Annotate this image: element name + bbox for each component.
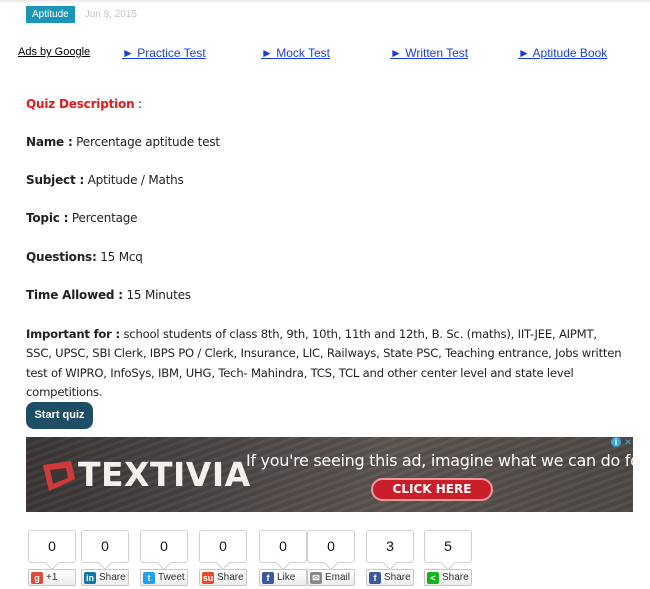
important-for-paragraph: Important for : school students of class…: [26, 325, 626, 402]
post-meta: Aptitude Jun 9, 2015: [26, 6, 137, 23]
share-count: 0: [81, 530, 129, 563]
share-button-label: Share: [442, 572, 469, 583]
time-allowed-label: Time Allowed :: [26, 288, 123, 302]
ad-link-mock-test[interactable]: ► Mock Test: [261, 46, 330, 60]
share-button[interactable]: in Share: [81, 569, 129, 586]
subject-label: Subject :: [26, 173, 85, 187]
quiz-topic-row: Topic : Percentage: [26, 209, 138, 228]
share-button[interactable]: ✉ Email: [307, 569, 355, 586]
start-quiz-button[interactable]: Start quiz: [26, 402, 93, 429]
ad-headline: If you're seeing this ad, imagine what w…: [246, 451, 633, 470]
ad-link-practice-test[interactable]: ► Practice Test: [122, 46, 206, 60]
stumbleupon-icon: su: [202, 571, 214, 584]
adchoices-info-icon[interactable]: i: [611, 437, 621, 447]
topic-value: Percentage: [68, 211, 138, 225]
share-button-label: Share: [99, 572, 126, 583]
share-count: 3: [366, 530, 414, 563]
category-tag[interactable]: Aptitude: [26, 6, 75, 23]
time-allowed-value: 15 Minutes: [122, 288, 191, 302]
post-date: Jun 9, 2015: [84, 9, 137, 20]
share-button[interactable]: g +1: [28, 569, 76, 586]
share-button-label: Share: [217, 572, 244, 583]
share-icon: <: [427, 571, 439, 584]
questions-value: 15 Mcq: [96, 250, 143, 264]
textivia-logo-icon: [43, 461, 75, 491]
ad-link-aptitude-book[interactable]: ► Aptitude Book: [518, 46, 607, 60]
quiz-questions-row: Questions: 15 Mcq: [26, 248, 143, 267]
share-button[interactable]: < Share: [424, 569, 472, 586]
ad-links-bar: Ads by Google ► Practice Test ► Mock Tes…: [0, 46, 650, 62]
share-button[interactable]: t Tweet: [140, 569, 188, 586]
share-widget: 0 ✉ Email: [307, 530, 355, 586]
share-widget: 0 t Tweet: [140, 530, 188, 586]
share-button-label: Like: [277, 572, 296, 583]
linkedin-icon: in: [84, 571, 96, 584]
facebook-share-icon: f: [369, 571, 381, 584]
share-button[interactable]: f Like: [259, 569, 307, 586]
share-count: 0: [259, 530, 307, 563]
topic-label: Topic :: [26, 211, 69, 225]
quiz-time-row: Time Allowed : 15 Minutes: [26, 286, 191, 305]
share-widget: 3 f Share: [366, 530, 414, 586]
ads-by-google-label[interactable]: Ads by Google: [18, 46, 90, 58]
share-count: 5: [424, 530, 472, 563]
important-for-label: Important for :: [26, 327, 120, 341]
quiz-description-heading: Quiz Description :: [26, 95, 142, 114]
email-icon: ✉: [310, 571, 322, 584]
quiz-name-row: Name : Percentage aptitude test: [26, 133, 220, 152]
ad-click-here-button[interactable]: CLICK HERE: [371, 478, 493, 501]
questions-label: Questions:: [26, 250, 97, 264]
share-widget: 0 su Share: [199, 530, 247, 586]
textivia-ad-banner[interactable]: TEXTIVIA If you're seeing this ad, imagi…: [26, 437, 633, 512]
twitter-icon: t: [143, 571, 155, 584]
share-widget: 0 f Like: [259, 530, 307, 586]
share-widget: 0 in Share: [81, 530, 129, 586]
ad-brand: TEXTIVIA: [78, 455, 251, 494]
share-button-label: +1: [46, 572, 58, 583]
quiz-subject-row: Subject : Aptitude / Maths: [26, 171, 184, 190]
adchoices[interactable]: i ✕: [611, 437, 633, 447]
share-button[interactable]: f Share: [366, 569, 414, 586]
subject-value: Aptitude / Maths: [84, 173, 184, 187]
adchoices-close-icon[interactable]: ✕: [623, 437, 633, 447]
share-count: 0: [28, 530, 76, 563]
share-widget: 5 < Share: [424, 530, 472, 586]
name-label: Name :: [26, 135, 73, 149]
share-button-label: Tweet: [158, 572, 185, 583]
heading-colon: :: [134, 97, 142, 111]
share-button-label: Share: [384, 572, 411, 583]
share-count: 0: [199, 530, 247, 563]
share-count: 0: [307, 530, 355, 563]
ad-link-written-test[interactable]: ► Written Test: [390, 46, 468, 60]
share-button-label: Email: [325, 572, 351, 583]
top-shadow: [0, 0, 650, 4]
name-value: Percentage aptitude test: [72, 135, 220, 149]
share-widget: 0 g +1: [28, 530, 76, 586]
google-plus-icon: g: [31, 571, 43, 584]
quiz-description-label: Quiz Description: [26, 97, 135, 111]
facebook-icon: f: [262, 571, 274, 584]
share-count: 0: [140, 530, 188, 563]
share-button[interactable]: su Share: [199, 569, 247, 586]
